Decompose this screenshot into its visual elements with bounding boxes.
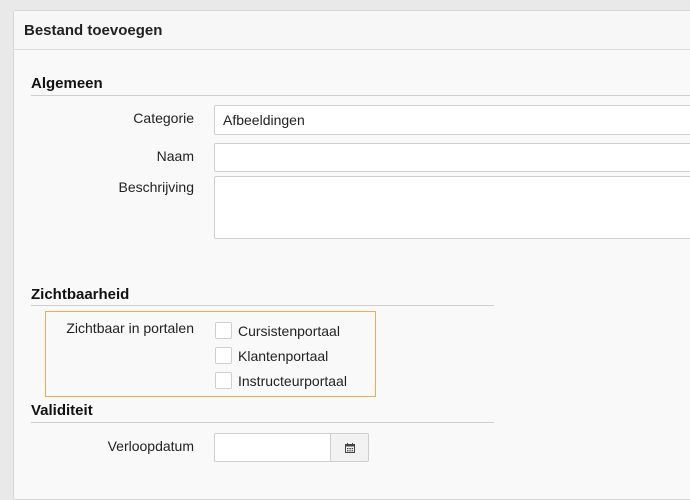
expiry-date-input[interactable] <box>214 433 331 462</box>
checkbox-row-klantenportaal[interactable]: Klantenportaal <box>215 347 328 364</box>
category-label: Categorie <box>133 110 194 126</box>
section-divider-validity <box>31 422 494 423</box>
category-value: Afbeeldingen <box>223 112 305 128</box>
instructeurportaal-label[interactable]: Instructeurportaal <box>238 373 347 389</box>
instructeurportaal-checkbox[interactable] <box>215 372 232 389</box>
checkbox-row-instructeurportaal[interactable]: Instructeurportaal <box>215 372 347 389</box>
calendar-icon <box>344 442 355 453</box>
section-title-visibility: Zichtbaarheid <box>31 286 130 303</box>
name-label: Naam <box>156 148 194 164</box>
dialog-title: Bestand toevoegen <box>24 21 163 39</box>
section-divider-general <box>31 95 690 96</box>
calendar-button[interactable] <box>331 433 369 462</box>
section-title-general: Algemeen <box>31 75 103 92</box>
klantenportaal-label[interactable]: Klantenportaal <box>238 348 328 364</box>
portal-visibility-label: Zichtbaar in portalen <box>66 320 194 336</box>
description-label: Beschrijving <box>118 179 194 195</box>
expiry-date-label: Verloopdatum <box>107 438 194 454</box>
name-input[interactable] <box>214 143 690 172</box>
cursistenportaal-label[interactable]: Cursistenportaal <box>238 323 340 339</box>
section-divider-visibility <box>31 305 494 306</box>
add-file-dialog: Bestand toevoegen Algemeen Categorie Afb… <box>13 10 690 500</box>
dialog-header: Bestand toevoegen <box>14 11 690 50</box>
checkbox-row-cursistenportaal[interactable]: Cursistenportaal <box>215 322 340 339</box>
cursistenportaal-checkbox[interactable] <box>215 322 232 339</box>
description-textarea[interactable] <box>214 176 690 239</box>
klantenportaal-checkbox[interactable] <box>215 347 232 364</box>
section-title-validity: Validiteit <box>31 402 93 419</box>
category-select[interactable]: Afbeeldingen <box>214 105 690 135</box>
